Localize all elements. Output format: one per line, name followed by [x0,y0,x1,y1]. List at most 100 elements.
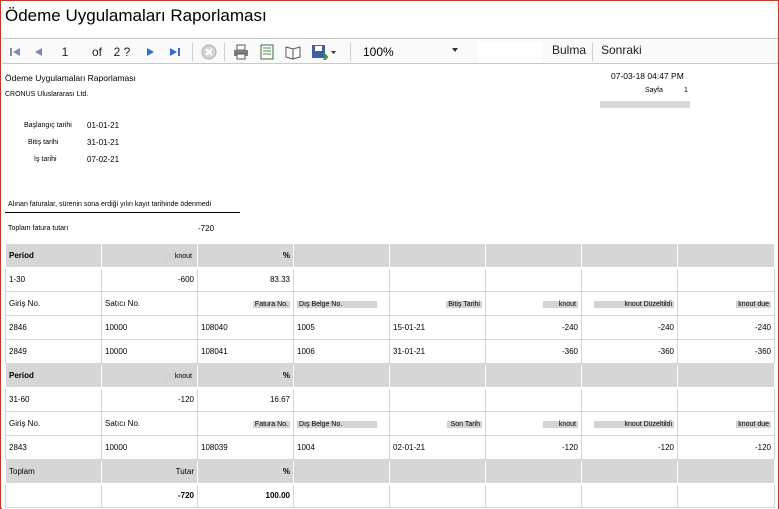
next-link[interactable]: Sonraki [601,43,642,57]
empty-cell [293,483,390,508]
column-header-row: Giriş No. Satıcı No. Fatura No. Dış Belge N… [5,411,775,436]
column-header: knout due [677,411,775,436]
empty-cell [485,243,582,268]
start-date-value: 01-01-21 [87,121,120,130]
column-header: knout [485,411,582,436]
period-value-row: 1-30 -600 83.33 [5,267,775,292]
period-label: Period [5,363,102,388]
column-header: Fatura No. [197,291,294,316]
column-header-label: knout Düzeltildi [594,421,674,428]
table-cell: 108041 [197,339,294,364]
period-range: 1-30 [5,267,102,292]
empty-cell [581,483,678,508]
page-of-label: of [91,45,102,59]
column-header: Giriş No. [5,411,102,436]
empty-cell [389,387,486,412]
column-header-label: Bitiş Tarihi [446,301,482,308]
last-page-icon[interactable] [166,42,184,62]
table-cell: 108039 [197,435,294,460]
period-range: 31-60 [5,387,102,412]
export-icon[interactable] [310,42,338,62]
empty-cell [677,363,775,388]
table-cell: 15-01-21 [389,315,486,340]
table-cell: 31-01-21 [389,339,486,364]
next-page-icon[interactable] [141,42,159,62]
empty-cell [677,387,775,412]
table-cell: 2843 [5,435,102,460]
zoom-select[interactable]: 100% [359,42,462,62]
zoom-value: 100% [363,45,394,59]
period-value-row: 31-60 -120 16.67 [5,387,775,412]
period-header-row: Period knout% [5,363,775,388]
empty-cell [389,267,486,292]
column-header: Fatura No. [197,411,294,436]
total-percent: 100.00 [197,483,294,508]
table-cell: 10000 [101,315,198,340]
column-header: Dış Belge No. [293,411,390,436]
amount-header: knout [101,363,198,388]
column-header-row: Giriş No. Satıcı No. Fatura No. Dış Belge N… [5,291,775,316]
column-header: knout due [677,291,775,316]
note-divider [5,212,240,213]
toolbar-divider [224,43,225,61]
find-input[interactable] [478,42,542,62]
toolbar-divider [192,43,193,61]
column-header: Son Tarih [389,411,486,436]
work-date-value: 07-02-21 [87,155,120,164]
table-row: 2843 10000 108039 1004 02-01-21 -120 -120 -120 [5,435,775,460]
column-header-label: knout due [736,301,771,308]
toolbar-divider [350,43,351,61]
report-canvas: Ödeme Uygulamaları Raporlaması CRONUS Ul… [2,65,778,509]
window-title: Ödeme Uygulamaları Raporlaması [5,6,267,25]
table-cell: 108040 [197,315,294,340]
column-header-label: Fatura No. [252,421,290,428]
print-icon[interactable] [232,42,250,62]
period-percent: 83.33 [197,267,294,292]
empty-cell [677,243,775,268]
empty-cell [677,483,775,508]
empty-cell [581,243,678,268]
column-header-label: Fatura No. [252,301,290,308]
report-window: Ödeme Uygulamaları Raporlaması 1 of 2 ? [0,0,779,509]
column-header-label: knout [164,253,194,260]
period-amount: -120 [101,387,198,412]
empty-cell [581,387,678,412]
total-header-row: Toplam Tutar% [5,459,775,484]
total-invoice-value: -720 [198,224,215,233]
column-header: knout Düzeltildi [581,291,678,316]
total-label: Toplam [5,459,102,484]
table-cell: 10000 [101,435,198,460]
find-link[interactable]: Bulma [552,43,586,57]
empty-cell [677,267,775,292]
empty-cell [293,267,390,292]
column-header-label: knout [164,373,194,380]
start-date-label: Başlangıç tarihi [24,122,72,129]
table-cell: -240 [485,315,582,340]
stop-icon[interactable] [200,42,218,62]
period-amount: -600 [101,267,198,292]
table-cell: -240 [581,315,678,340]
column-header: knout Düzeltildi [581,411,678,436]
total-percent-label: % [197,459,294,484]
print-layout-icon[interactable] [258,42,276,62]
page-setup-icon[interactable] [284,42,302,62]
current-page-input[interactable]: 1 [58,42,72,62]
empty-cell [389,483,486,508]
previous-page-icon[interactable] [30,42,48,62]
first-page-icon[interactable] [6,42,24,62]
table-row: 2846 10000 108040 1005 15-01-21 -240 -240 -240 [5,315,775,340]
column-header: Satıcı No. [101,291,198,316]
period-percent: 16.67 [197,387,294,412]
empty-cell [485,459,582,484]
total-invoice-label: Toplam fatura tutarı [8,225,69,232]
report-title: Ödeme Uygulamaları Raporlaması [5,73,136,83]
user-id-blurred [600,101,690,108]
empty-cell [581,363,678,388]
column-header: knout [485,291,582,316]
period-label: Period [5,243,102,268]
table-cell: -360 [581,339,678,364]
column-header-label: Son Tarih [447,421,482,428]
table-cell: -120 [485,435,582,460]
empty-cell [389,459,486,484]
page-label: Sayfa [645,87,663,94]
